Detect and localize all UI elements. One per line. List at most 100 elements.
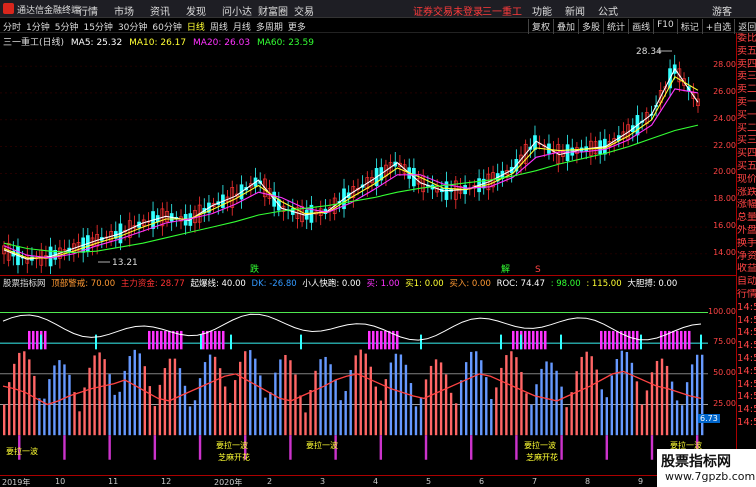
alert-marker bbox=[676, 330, 679, 350]
histogram-bar bbox=[163, 368, 167, 436]
tool-back[interactable]: 返回 bbox=[734, 19, 756, 34]
menu-item-ask[interactable]: 问小达 bbox=[222, 3, 258, 18]
tool-mark[interactable]: 标记 bbox=[676, 19, 702, 34]
period-weekly[interactable]: 周线 bbox=[210, 20, 228, 33]
kline-chart[interactable]: 28.34 13.21 跌 解 S bbox=[0, 46, 708, 274]
alert-marker bbox=[688, 330, 691, 350]
panel-label: 14:5 bbox=[737, 301, 756, 313]
histogram-bar bbox=[143, 366, 147, 436]
watermark-url: www.7gpzb.com bbox=[665, 470, 756, 483]
panel-label: 买三 bbox=[737, 135, 756, 147]
date-tick-label: 2 bbox=[267, 477, 273, 486]
alert-marker bbox=[372, 330, 375, 350]
site-watermark: 股票指标网 www.7gpzb.com bbox=[657, 449, 756, 487]
histogram-bar bbox=[570, 392, 573, 436]
histogram-bar bbox=[680, 405, 684, 436]
histogram-bar bbox=[178, 368, 182, 436]
tool-f10[interactable]: F10 bbox=[653, 19, 677, 34]
histogram-bar bbox=[409, 383, 413, 436]
alert-marker bbox=[28, 330, 31, 350]
menu-item-market[interactable]: 行情 bbox=[78, 3, 114, 18]
panel-label: 总量 bbox=[737, 212, 756, 224]
panel-label: 换手 bbox=[737, 237, 756, 249]
title-bar: 通达信金融终端 行情 市场 资讯 发现 问小达 财富圈 交易 证券交易未登录 三… bbox=[0, 0, 756, 18]
period-1min[interactable]: 1分钟 bbox=[26, 20, 50, 33]
histogram-bar bbox=[13, 363, 16, 436]
menu-item-formula[interactable]: 公式 bbox=[598, 3, 618, 18]
tool-statistics[interactable]: 统计 bbox=[603, 19, 628, 34]
signal-marker bbox=[40, 334, 42, 350]
login-status-link[interactable]: 证券交易未登录 bbox=[413, 3, 483, 18]
price-tick-label: 22.00 bbox=[713, 140, 736, 150]
histogram-bar bbox=[203, 362, 207, 436]
main-menu: 行情 市场 资讯 发现 问小达 财富圈 交易 bbox=[78, 3, 330, 18]
period-60min[interactable]: 60分钟 bbox=[152, 20, 181, 33]
histogram-bar bbox=[459, 380, 463, 436]
period-multi[interactable]: 多周期 bbox=[256, 20, 283, 33]
menu-item-trade[interactable]: 交易 bbox=[294, 3, 330, 18]
tool-draw-line[interactable]: 画线 bbox=[628, 19, 653, 34]
period-intraday[interactable]: 分时 bbox=[3, 20, 21, 33]
price-axis: 28.00 26.00 24.00 22.00 20.00 18.00 16.00 14.00 bbox=[708, 46, 736, 274]
histogram-bar bbox=[374, 386, 377, 436]
ma-line-ma10 bbox=[3, 76, 699, 259]
panel-label: 卖五 bbox=[737, 45, 756, 57]
panel-label: 14:5 bbox=[737, 391, 756, 403]
menu-item-news[interactable]: 资讯 bbox=[150, 3, 186, 18]
flower-label: 芝麻开花 bbox=[218, 452, 250, 462]
date-tick-label: 12 bbox=[161, 477, 172, 486]
histogram-bar bbox=[324, 356, 327, 436]
histogram-bar bbox=[454, 403, 458, 436]
menu-item-wealth[interactable]: 财富圈 bbox=[258, 3, 294, 18]
date-tick-label: 7 bbox=[532, 477, 538, 486]
period-monthly[interactable]: 月线 bbox=[233, 20, 251, 33]
menu-item-discover[interactable]: 发现 bbox=[186, 3, 222, 18]
alert-marker bbox=[680, 330, 683, 350]
histogram-bar bbox=[505, 355, 508, 436]
period-more[interactable]: 更多 bbox=[288, 20, 306, 33]
panel-label: 14:5 bbox=[737, 352, 756, 364]
histogram-bar bbox=[173, 358, 177, 436]
panel-label: 14:5 bbox=[737, 314, 756, 326]
negative-bar bbox=[470, 435, 473, 460]
alert-marker bbox=[512, 330, 515, 350]
histogram-bar bbox=[304, 412, 307, 436]
panel-label: 卖一 bbox=[737, 96, 756, 108]
alert-marker bbox=[388, 330, 391, 350]
alert-marker bbox=[628, 330, 631, 350]
histogram-bar bbox=[344, 391, 347, 436]
alert-marker bbox=[632, 330, 635, 350]
indicator-chart[interactable]: 要拉一波 要拉一波 芝麻开花 要拉一波 要拉一波 芝麻开花 要拉一波 bbox=[0, 288, 708, 472]
period-daily[interactable]: 日线 bbox=[187, 20, 205, 33]
user-guest[interactable]: 游客 bbox=[712, 3, 732, 18]
histogram-bar bbox=[38, 398, 41, 436]
menu-item-markets[interactable]: 市场 bbox=[114, 3, 150, 18]
period-5min[interactable]: 5分钟 bbox=[55, 20, 79, 33]
price-tick-label: 16.00 bbox=[713, 221, 736, 231]
histogram-bar bbox=[515, 357, 518, 436]
histogram-bar bbox=[43, 398, 46, 436]
date-tick-label: 4 bbox=[373, 477, 379, 486]
histogram-bar bbox=[264, 397, 267, 436]
alert-marker bbox=[36, 330, 39, 350]
panel-label: 卖三 bbox=[737, 71, 756, 83]
tool-restore-rights[interactable]: 复权 bbox=[528, 19, 553, 34]
panel-divider bbox=[0, 275, 736, 276]
panel-label: 收益 bbox=[737, 263, 756, 275]
histogram-bar bbox=[615, 359, 619, 436]
histogram-bar bbox=[555, 370, 558, 436]
menu-item-function[interactable]: 功能 bbox=[532, 3, 552, 18]
tool-multi-stock[interactable]: 多股 bbox=[578, 19, 603, 34]
period-15min[interactable]: 15分钟 bbox=[83, 20, 112, 33]
histogram-bar bbox=[399, 354, 403, 436]
menu-item-news-top[interactable]: 新闻 bbox=[565, 3, 585, 18]
histogram-bar bbox=[158, 384, 162, 436]
chart-tools: 复权 叠加 多股 统计 画线 F10 标记 +自选 返回 bbox=[528, 19, 756, 34]
histogram-bar bbox=[590, 356, 593, 436]
tool-add-watchlist[interactable]: +自选 bbox=[701, 19, 735, 34]
tool-overlay[interactable]: 叠加 bbox=[553, 19, 578, 34]
period-30min[interactable]: 30分钟 bbox=[118, 20, 147, 33]
alert-marker bbox=[44, 330, 47, 350]
signal-s-marker: S bbox=[535, 265, 541, 274]
histogram-bar bbox=[23, 351, 26, 436]
